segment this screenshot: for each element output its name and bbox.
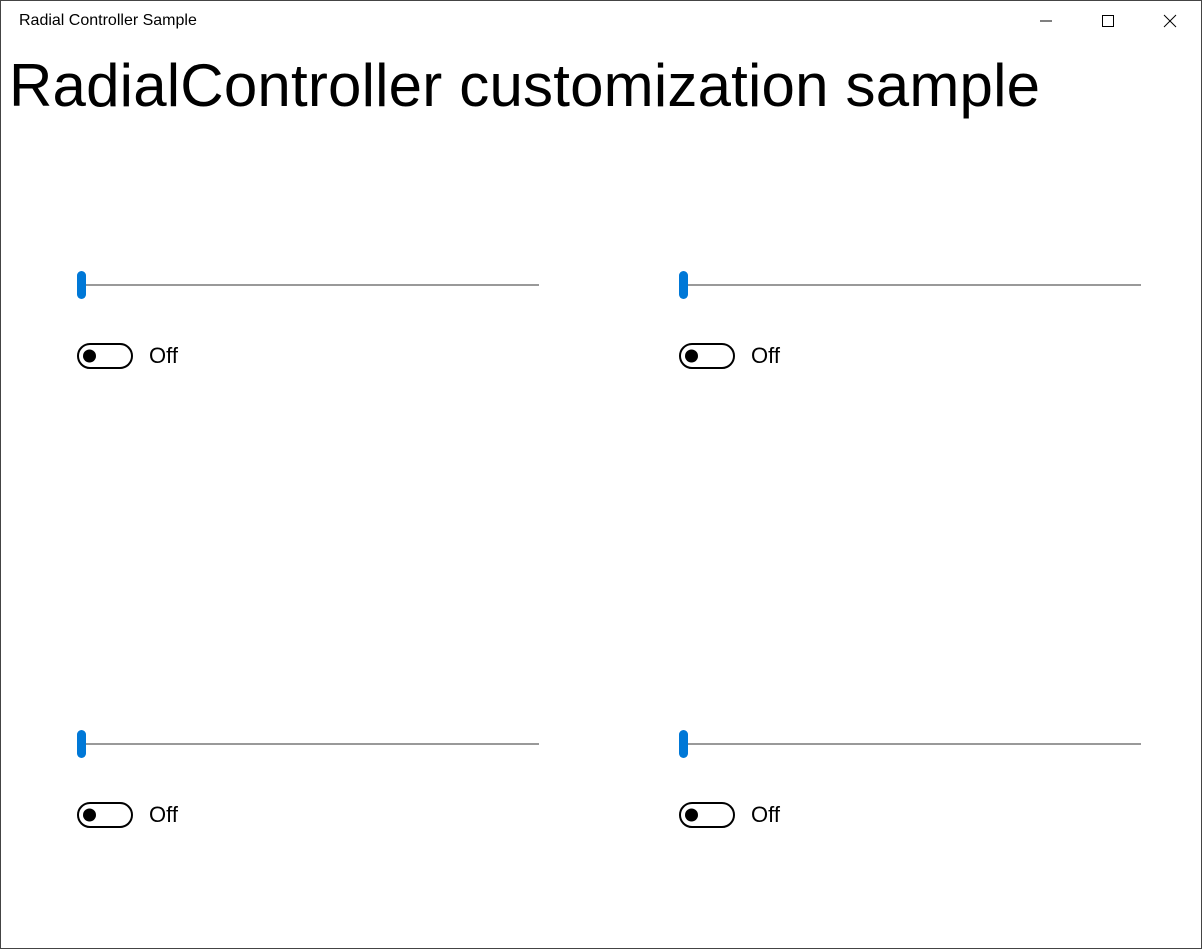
minimize-icon [1039,14,1053,28]
slider-track [77,284,539,286]
toggle-label-3: Off [149,802,178,828]
toggle-label-4: Off [751,802,780,828]
toggle-label-1: Off [149,343,178,369]
page-title: RadialController customization sample [1,41,1201,120]
slider-4[interactable] [679,730,1141,758]
slider-track [679,743,1141,745]
close-button[interactable] [1139,1,1201,41]
slider-3[interactable] [77,730,539,758]
maximize-button[interactable] [1077,1,1139,41]
minimize-button[interactable] [1015,1,1077,41]
toggle-row-3: Off [77,802,539,828]
toggle-knob [83,808,96,821]
slider-track [77,743,539,745]
toggle-switch-1[interactable] [77,343,133,369]
slider-2[interactable] [679,271,1141,299]
slider-1[interactable] [77,271,539,299]
slider-track [679,284,1141,286]
control-cell-3: Off [77,730,539,909]
toggle-switch-3[interactable] [77,802,133,828]
toggle-knob [685,808,698,821]
slider-thumb[interactable] [679,730,688,758]
toggle-row-4: Off [679,802,1141,828]
control-cell-4: Off [679,730,1141,909]
control-cell-1: Off [77,271,539,450]
slider-thumb[interactable] [77,730,86,758]
slider-thumb[interactable] [77,271,86,299]
toggle-knob [83,350,96,363]
window-titlebar: Radial Controller Sample [1,1,1201,41]
maximize-icon [1101,14,1115,28]
control-cell-2: Off [679,271,1141,450]
window-title: Radial Controller Sample [19,12,197,30]
slider-thumb[interactable] [679,271,688,299]
toggle-label-2: Off [751,343,780,369]
controls-grid: Off Off Off [1,271,1201,948]
window-controls [1015,1,1201,41]
toggle-row-1: Off [77,343,539,369]
toggle-row-2: Off [679,343,1141,369]
toggle-switch-4[interactable] [679,802,735,828]
toggle-switch-2[interactable] [679,343,735,369]
toggle-knob [685,350,698,363]
close-icon [1163,14,1177,28]
